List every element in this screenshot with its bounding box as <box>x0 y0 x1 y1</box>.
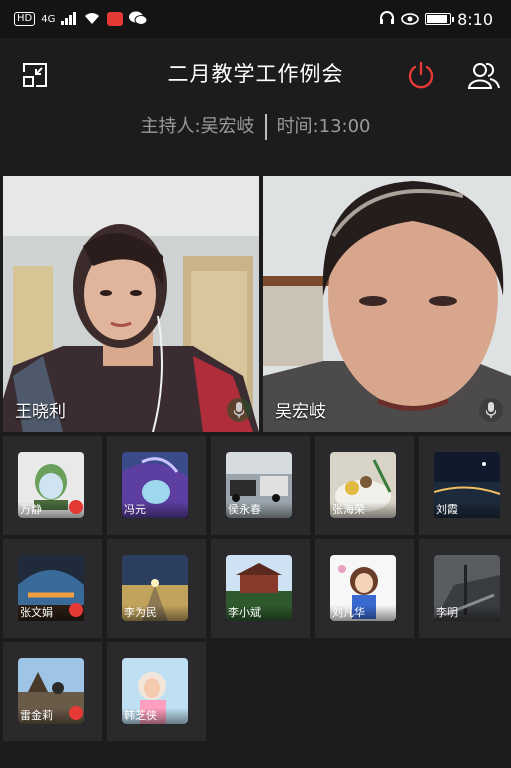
participant-tile[interactable]: 侯永春 <box>211 436 310 535</box>
participant-tile[interactable]: 张海荣 <box>315 436 414 535</box>
headset-icon <box>379 10 395 29</box>
video-name-right: 吴宏岐 <box>275 402 326 422</box>
video-name-left: 王晓利 <box>15 402 66 422</box>
host-name: 吴宏岐 <box>200 116 255 137</box>
eye-icon <box>401 10 419 29</box>
participant-name: 李明 <box>434 605 500 621</box>
microphone-icon <box>479 398 503 422</box>
video-feed-image <box>3 176 259 432</box>
separator <box>264 114 267 140</box>
meeting-time: 13:00 <box>318 116 371 137</box>
participant-name: 张海荣 <box>330 502 396 518</box>
battery-icon <box>425 13 455 25</box>
video-feed-image <box>263 176 511 432</box>
participant-tile[interactable]: 李明 <box>419 539 511 638</box>
participant-name: 刘霞 <box>434 502 500 518</box>
video-tile-right[interactable]: 吴宏岐 <box>263 176 511 432</box>
status-bar: HD 4G 8:10 <box>0 0 511 38</box>
participant-tile[interactable]: 李为民 <box>107 539 206 638</box>
host-label: 主持人: <box>140 116 201 137</box>
participant-tile[interactable]: 刘凡华 <box>315 539 414 638</box>
hd-badge: HD <box>14 12 36 26</box>
participant-tile[interactable]: 韩芝侠 <box>107 642 206 741</box>
time-label: 时间: <box>276 116 319 137</box>
participant-tile[interactable]: 雷金莉 <box>3 642 102 741</box>
participant-tile[interactable]: 张文娟 <box>3 539 102 638</box>
wechat-icon <box>129 10 148 29</box>
participant-name: 刘凡华 <box>330 605 396 621</box>
flag-badge-icon <box>69 500 83 514</box>
power-icon[interactable] <box>406 60 436 90</box>
participant-tile[interactable]: 冯元 <box>107 436 206 535</box>
wifi-icon <box>83 10 101 29</box>
participant-tile[interactable]: 李小斌 <box>211 539 310 638</box>
participant-tile[interactable]: 万静 <box>3 436 102 535</box>
flag-badge-icon <box>69 706 83 720</box>
meeting-header: 二月教学工作例会 主持人:吴宏岐 时间:13:00 <box>0 38 511 168</box>
participant-name: 冯元 <box>122 502 188 518</box>
microphone-icon <box>227 398 251 422</box>
participants-icon[interactable] <box>468 60 500 90</box>
participant-name: 侯永春 <box>226 502 292 518</box>
participant-name: 李小斌 <box>226 605 292 621</box>
flag-badge-icon <box>69 603 83 617</box>
network-label: 4G <box>41 13 56 25</box>
video-tile-left[interactable]: 王晓利 <box>3 176 259 432</box>
video-area: 王晓利 吴宏岐 <box>3 176 511 432</box>
video-record-icon <box>107 12 124 26</box>
clock-time: 8:10 <box>457 9 493 29</box>
meeting-subtitle: 主持人:吴宏岐 时间:13:00 <box>0 112 511 140</box>
battery-fill <box>427 15 448 23</box>
participant-name: 李为民 <box>122 605 188 621</box>
participant-tile[interactable]: 刘霞 <box>419 436 511 535</box>
signal-icon <box>61 10 77 29</box>
participant-name: 韩芝侠 <box>122 708 188 724</box>
